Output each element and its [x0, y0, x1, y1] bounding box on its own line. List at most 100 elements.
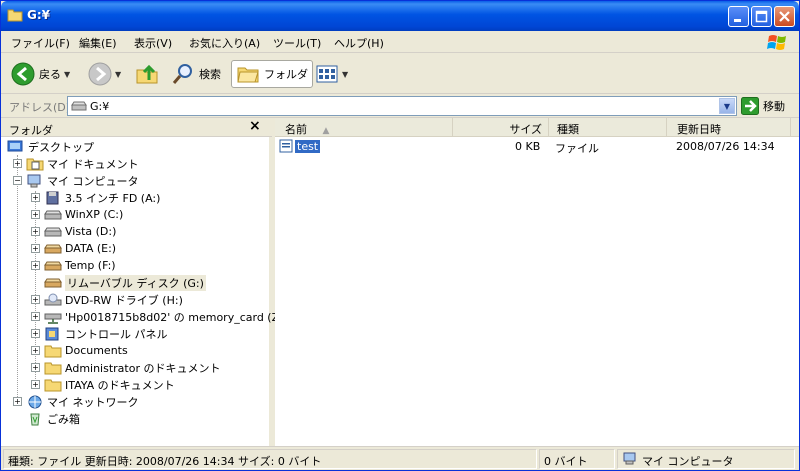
folder-pane-close-icon[interactable]: × [249, 118, 261, 134]
column-label: 更新日時 [677, 123, 721, 136]
column-label: 種類 [557, 123, 579, 136]
tree-label: 3.5 インチ FD (A:) [65, 191, 161, 205]
tree-item-floppy[interactable]: + 3.5 インチ FD (A:) [31, 189, 160, 206]
go-arrow-icon [741, 97, 759, 115]
column-header-name[interactable]: 名前 ▲ [275, 118, 453, 137]
recycle-bin-icon [30, 413, 40, 425]
back-button[interactable]: 戻る ▼ [11, 60, 70, 88]
tree-label: Temp (F:) [65, 259, 116, 272]
folder-pane-title: フォルダ [9, 124, 53, 137]
folder-tree-pane: フォルダ × デスクトップ + マイ ドキュメント − マイ コンピュータ + … [1, 118, 287, 446]
status-location: マイ コンピュータ [617, 449, 795, 469]
tree-label: Administrator のドキュメント [65, 361, 221, 375]
menu-favorites[interactable]: お気に入り(A) [189, 35, 260, 51]
file-name: test [295, 140, 321, 153]
menu-view[interactable]: 表示(V) [134, 35, 172, 51]
tree-item-documents[interactable]: + Documents [31, 342, 128, 359]
menu-tools[interactable]: ツール(T) [273, 35, 321, 51]
title-bar[interactable]: G:¥ [1, 1, 799, 31]
tree-label: 'Hp0018715b8d02' の memory_card (Z:) [65, 310, 288, 324]
file-size: 0 KB [515, 140, 541, 153]
expand-icon[interactable]: + [31, 380, 40, 389]
tree-label: マイ ドキュメント [47, 157, 139, 171]
forward-dropdown-icon[interactable]: ▼ [115, 70, 121, 79]
tree-label: マイ コンピュータ [47, 174, 139, 188]
tree-item-control-panel[interactable]: + コントロール パネル [31, 325, 168, 342]
maximize-icon [755, 10, 768, 23]
forward-button[interactable]: ▼ [88, 60, 121, 88]
expand-icon[interactable]: + [31, 193, 40, 202]
menu-edit[interactable]: 編集(E) [79, 35, 117, 51]
address-input[interactable]: G:¥ ▼ [67, 96, 737, 116]
tree-item-itaya-documents[interactable]: + ITAYA のドキュメント [31, 376, 175, 393]
expand-icon[interactable]: + [31, 312, 40, 321]
column-header-type[interactable]: 種類 [549, 118, 667, 137]
status-location-label: マイ コンピュータ [642, 455, 734, 468]
back-dropdown-icon[interactable]: ▼ [64, 70, 70, 79]
address-bar: アドレス(D) G:¥ ▼ 移動 [1, 94, 799, 118]
network-drive-icon [44, 313, 62, 324]
back-label: 戻る [39, 68, 61, 81]
tree-item-drive-d[interactable]: + Vista (D:) [31, 223, 116, 240]
file-row[interactable]: test 0 KB ファイル 2008/07/26 14:34 [275, 138, 799, 155]
drive-icon [44, 227, 62, 236]
status-bar: 種類: ファイル 更新日時: 2008/07/26 14:34 サイズ: 0 バ… [1, 446, 799, 470]
expand-icon[interactable]: + [31, 346, 40, 355]
folders-button[interactable]: フォルダ [231, 60, 313, 88]
folder-icon [44, 362, 62, 374]
tree-item-desktop[interactable]: デスクトップ [7, 138, 94, 155]
minimize-button[interactable] [728, 6, 749, 27]
folders-label: フォルダ [264, 68, 308, 81]
expand-icon[interactable]: + [31, 295, 40, 304]
address-dropdown-icon[interactable]: ▼ [719, 98, 735, 114]
menu-help[interactable]: ヘルプ(H) [334, 35, 384, 51]
tree-label: WinXP (C:) [65, 208, 124, 221]
folder-icon [7, 9, 23, 22]
status-size: 0 バイト [539, 449, 615, 469]
expand-icon[interactable]: + [31, 244, 40, 253]
control-panel-icon [45, 327, 59, 340]
tree-item-my-computer[interactable]: − マイ コンピュータ [13, 172, 139, 189]
views-dropdown-icon[interactable]: ▼ [342, 70, 348, 79]
expand-icon[interactable]: + [31, 363, 40, 372]
close-button[interactable] [774, 6, 795, 27]
tree-line [17, 155, 18, 403]
tree-item-drive-e[interactable]: + DATA (E:) [31, 240, 116, 257]
expand-icon[interactable]: + [13, 159, 22, 168]
tree-label: Vista (D:) [65, 225, 117, 238]
views-icon [316, 65, 338, 83]
my-computer-icon [623, 452, 636, 465]
tree-item-removable-disk-g[interactable]: リムーバブル ディスク (G:) [44, 274, 206, 291]
tree-item-memory-card-z[interactable]: + 'Hp0018715b8d02' の memory_card (Z:) [31, 308, 287, 325]
expand-icon[interactable]: + [31, 261, 40, 270]
go-button[interactable]: 移動 [741, 97, 785, 115]
menu-file[interactable]: ファイル(F) [11, 35, 70, 51]
column-header-size[interactable]: サイズ [453, 118, 549, 137]
menu-bar: ファイル(F) 編集(E) 表示(V) お気に入り(A) ツール(T) ヘルプ(… [1, 31, 799, 53]
tree-item-administrator-documents[interactable]: + Administrator のドキュメント [31, 359, 220, 376]
tree-item-recycle-bin[interactable]: ごみ箱 [26, 410, 80, 427]
tree-item-drive-c[interactable]: + WinXP (C:) [31, 206, 123, 223]
floppy-icon [46, 191, 59, 204]
tree-item-drive-f[interactable]: + Temp (F:) [31, 257, 116, 274]
expand-icon[interactable]: + [31, 227, 40, 236]
expand-icon[interactable]: + [13, 397, 22, 406]
maximize-button[interactable] [751, 6, 772, 27]
tree-label: Documents [65, 344, 128, 357]
tree-label: リムーバブル ディスク (G:) [65, 274, 206, 291]
explorer-window: G:¥ ファイル(F) 編集(E) 表示(V) お気に入り(A) ツール(T) … [0, 0, 800, 471]
expand-icon[interactable]: + [31, 329, 40, 338]
collapse-icon[interactable]: − [13, 176, 22, 185]
tree-item-my-network[interactable]: + マイ ネットワーク [13, 393, 139, 410]
tree-item-my-documents[interactable]: + マイ ドキュメント [13, 155, 139, 172]
views-button[interactable]: ▼ [315, 60, 348, 88]
column-header-date[interactable]: 更新日時 [667, 118, 791, 137]
drive-icon [44, 261, 62, 270]
up-folder-button[interactable] [135, 60, 159, 88]
expand-icon[interactable]: + [31, 210, 40, 219]
file-icon [279, 139, 293, 153]
window-title: G:¥ [27, 8, 50, 22]
tree-item-dvd-h[interactable]: + DVD-RW ドライブ (H:) [31, 291, 183, 308]
dvd-icon [44, 293, 62, 305]
search-button[interactable]: 検索 [171, 60, 221, 88]
